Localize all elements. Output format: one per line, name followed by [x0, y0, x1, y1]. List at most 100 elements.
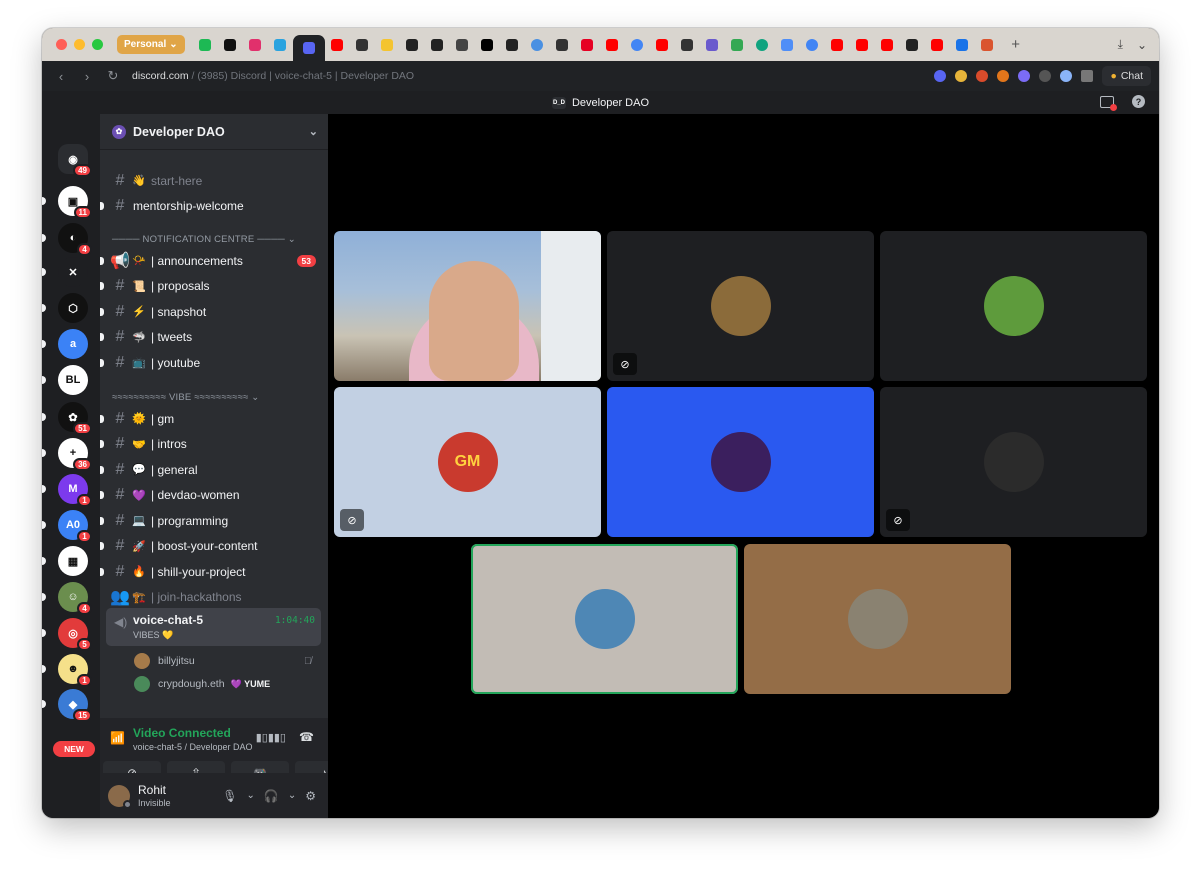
- channel-join-hackathons[interactable]: 👥 🏗️ | join-hackathons: [100, 585, 328, 610]
- server-icon[interactable]: ✿ 51: [58, 402, 92, 435]
- participant-tile[interactable]: [607, 387, 874, 537]
- avatar[interactable]: [108, 784, 132, 809]
- noise-suppression-icon[interactable]: ▮▯▮▮▯: [256, 731, 286, 744]
- minimize-window-button[interactable]: [74, 39, 85, 50]
- channel-boost-your-content[interactable]: # 🚀 | boost-your-content: [100, 534, 328, 559]
- youtube-icon[interactable]: [650, 34, 675, 56]
- openai-icon[interactable]: [750, 34, 775, 56]
- gemini-icon[interactable]: [775, 34, 800, 56]
- channel-announcements[interactable]: 📢 📯 | announcements 53: [100, 248, 328, 273]
- help-icon[interactable]: ?: [1132, 95, 1145, 108]
- youtube-icon[interactable]: [325, 34, 350, 56]
- server-icon[interactable]: ☺ 4: [58, 582, 92, 615]
- server-icon[interactable]: M1: [58, 474, 92, 507]
- participant-tile[interactable]: [334, 231, 601, 381]
- vercel-icon[interactable]: [475, 34, 500, 56]
- channel-tweets[interactable]: # 🦈 | tweets: [100, 325, 328, 350]
- tab-list-chevron-icon[interactable]: ⌄: [1137, 38, 1147, 52]
- x-icon[interactable]: [218, 34, 243, 56]
- server-icon[interactable]: ◆ 15: [58, 689, 92, 722]
- server-icon[interactable]: ▣ 11: [58, 186, 92, 219]
- server-header[interactable]: ✿ Developer DAO ⌄: [100, 114, 328, 150]
- channel-devdao-women[interactable]: # 💜 | devdao-women: [100, 483, 328, 508]
- extension-icon[interactable]: [1060, 70, 1073, 82]
- github-icon[interactable]: [425, 34, 450, 56]
- category-notification-centre[interactable]: ──── NOTIFICATION CENTRE ──── ⌄: [112, 232, 296, 246]
- circle-icon[interactable]: [525, 34, 550, 56]
- server-icon[interactable]: a: [58, 329, 88, 359]
- channel-mentorship-welcome[interactable]: # mentorship-welcome: [100, 193, 328, 218]
- channel-gm[interactable]: # 🌞 | gm: [100, 406, 328, 431]
- metamask-icon[interactable]: [997, 70, 1010, 82]
- headphones-icon[interactable]: 🎧: [264, 789, 279, 803]
- settings-gear-icon[interactable]: ⚙: [305, 789, 316, 803]
- chevron-down-icon[interactable]: ⌄: [288, 790, 296, 801]
- category-vibe[interactable]: ≈≈≈≈≈≈≈≈≈≈ VIBE ≈≈≈≈≈≈≈≈≈≈ ⌄: [112, 390, 259, 404]
- back-icon[interactable]: ‹: [48, 69, 74, 84]
- participant-tile[interactable]: [744, 544, 1011, 694]
- spotify-icon[interactable]: [193, 34, 218, 56]
- channel-start-here[interactable]: # 👋 start-here: [100, 168, 328, 193]
- stack-icon[interactable]: [700, 34, 725, 56]
- disconnect-icon[interactable]: ☎: [299, 730, 314, 744]
- extension-icon[interactable]: [955, 70, 968, 82]
- channel-snapshot[interactable]: # ⚡ | snapshot: [100, 299, 328, 324]
- instagram-icon[interactable]: [243, 34, 268, 56]
- participant-tile[interactable]: [880, 231, 1147, 381]
- server-icon[interactable]: ▦: [58, 546, 88, 576]
- product-icon[interactable]: [975, 34, 1000, 56]
- github-icon[interactable]: [500, 34, 525, 56]
- voice-user[interactable]: billyjitsu 🎙̸: [134, 651, 312, 671]
- close-window-button[interactable]: [56, 39, 67, 50]
- forward-icon[interactable]: ›: [74, 69, 100, 84]
- channel-proposals[interactable]: # 📜 | proposals: [100, 274, 328, 299]
- participant-tile[interactable]: ⊘: [880, 387, 1147, 537]
- signal-icon[interactable]: 📶: [110, 731, 125, 745]
- server-icon[interactable]: ◎ 5: [58, 618, 92, 651]
- server-icon[interactable]: ✕: [58, 257, 88, 287]
- channel-intros[interactable]: # 🤝 | intros: [100, 432, 328, 457]
- participant-tile[interactable]: [471, 544, 738, 694]
- channel-youtube[interactable]: # 📺 | youtube: [100, 350, 328, 375]
- extension-icon[interactable]: [1018, 70, 1031, 82]
- microphone-icon[interactable]: 🎙: [222, 789, 237, 803]
- connection-status[interactable]: Video Connected: [133, 726, 231, 740]
- download-icon[interactable]: ⤓: [1118, 37, 1123, 52]
- telegram-icon[interactable]: [268, 34, 293, 56]
- participant-tile[interactable]: GM ⊘: [334, 387, 601, 537]
- server-icon[interactable]: ⬡: [58, 293, 88, 323]
- extension-icon[interactable]: [1039, 70, 1052, 82]
- github-icon[interactable]: [400, 34, 425, 56]
- server-icon[interactable]: BL: [58, 365, 88, 395]
- extension-icon[interactable]: [1081, 70, 1094, 82]
- extension-icon[interactable]: [934, 70, 947, 82]
- calendar-icon[interactable]: [950, 34, 975, 56]
- voice-channel-active[interactable]: ◀) voice-chat-5 1:04:40 VIBES 💛: [106, 608, 321, 646]
- pinterest-icon[interactable]: [575, 34, 600, 56]
- chrome-icon[interactable]: [625, 34, 650, 56]
- extension-icon[interactable]: [976, 70, 989, 82]
- profile-button[interactable]: Personal ⌄: [117, 35, 185, 54]
- server-icon[interactable]: +36: [58, 438, 92, 471]
- new-tab-button[interactable]: +: [1006, 36, 1026, 53]
- youtube-icon[interactable]: [850, 34, 875, 56]
- chrome-icon[interactable]: [800, 34, 825, 56]
- discord-icon[interactable]: [292, 35, 325, 61]
- chevron-down-icon[interactable]: ⌄: [247, 790, 255, 801]
- youtube-icon[interactable]: [825, 34, 850, 56]
- youtube-icon[interactable]: [875, 34, 900, 56]
- channel-programming[interactable]: # 💻 | programming: [100, 508, 328, 533]
- server-icon[interactable]: A0 1: [58, 510, 92, 543]
- youtube-icon[interactable]: [925, 34, 950, 56]
- address-bar[interactable]: discord.com / (3985) Discord | voice-cha…: [132, 70, 414, 82]
- tiktok-icon[interactable]: [350, 34, 375, 56]
- zoom-window-button[interactable]: [92, 39, 103, 50]
- chat-button[interactable]: ● Chat: [1102, 66, 1151, 86]
- reload-icon[interactable]: ↻: [100, 68, 126, 84]
- server-icon[interactable]: ◐ 4: [58, 223, 92, 256]
- voice-user[interactable]: crypdough.eth 💜 YUME: [134, 674, 270, 694]
- gitpod-icon[interactable]: [450, 34, 475, 56]
- inbox-icon[interactable]: [1100, 95, 1117, 111]
- mirror-icon[interactable]: [375, 34, 400, 56]
- server-icon[interactable]: ☻ 1: [58, 654, 92, 687]
